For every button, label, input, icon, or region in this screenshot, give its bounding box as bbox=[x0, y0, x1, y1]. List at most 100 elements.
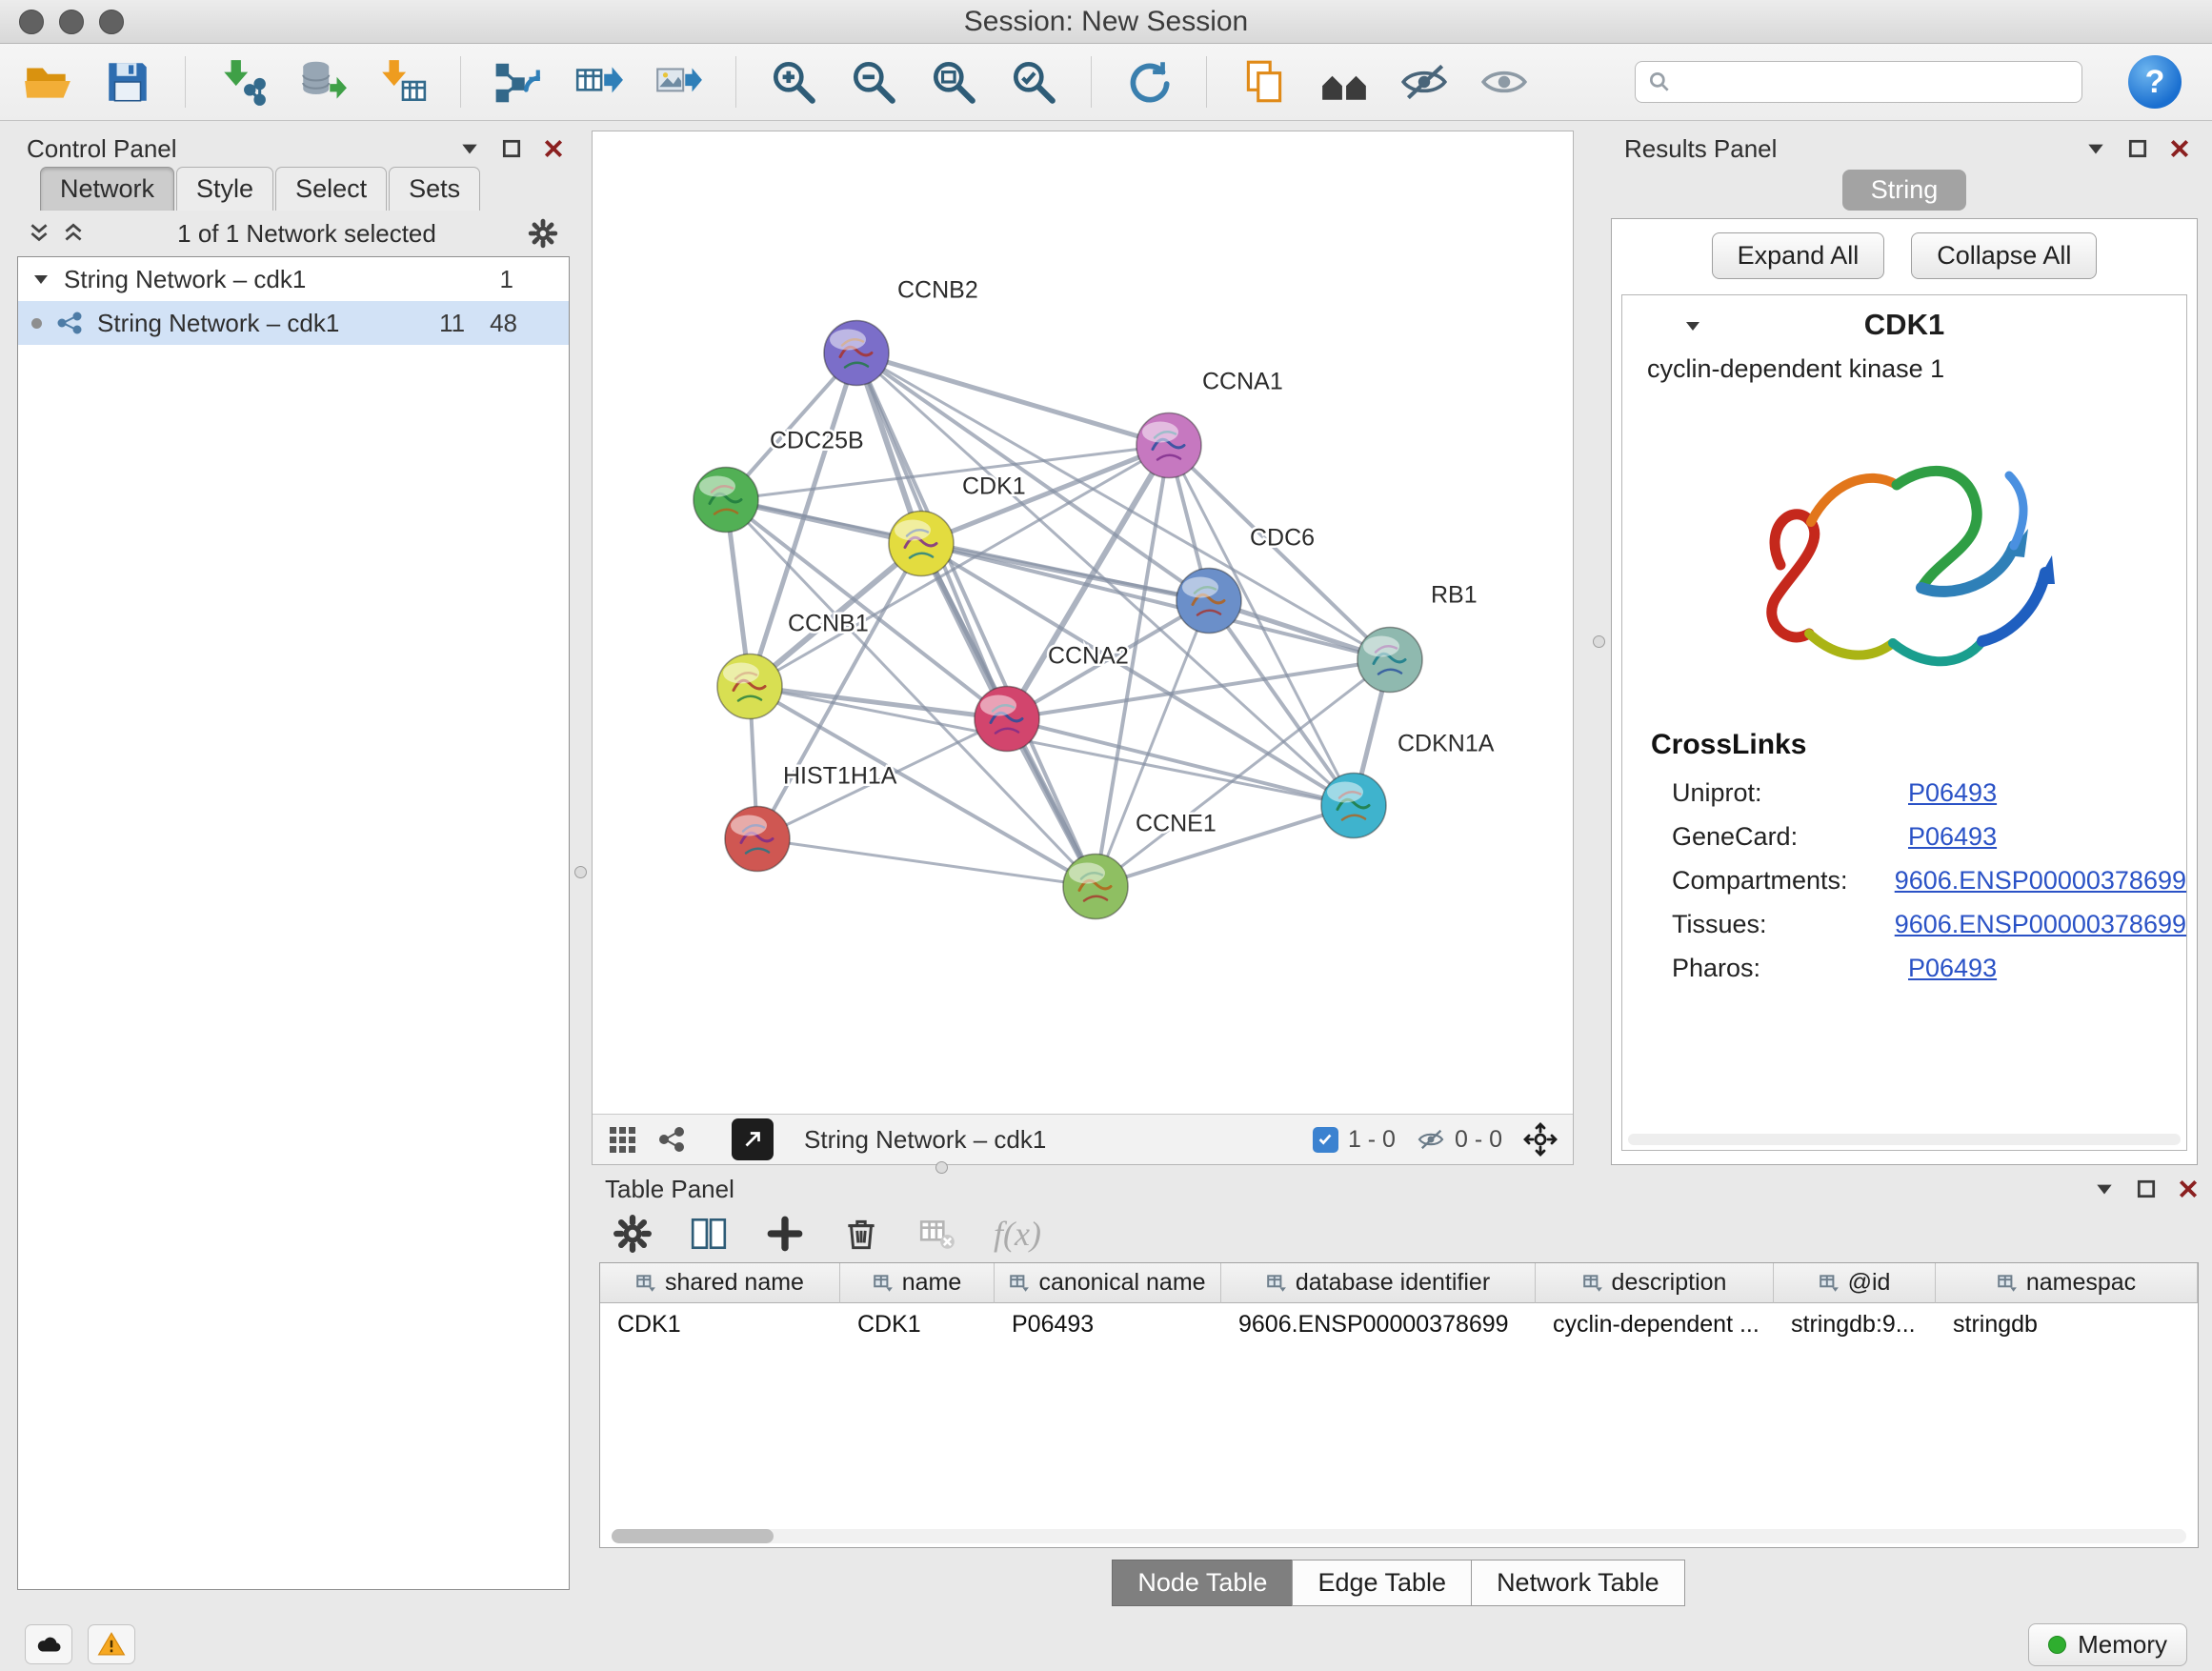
zoom-out-button[interactable] bbox=[843, 51, 904, 112]
network-node[interactable]: CCNA2 bbox=[975, 643, 1129, 752]
import-network-database-button[interactable] bbox=[292, 51, 353, 112]
network-options-gear-icon[interactable] bbox=[528, 218, 558, 249]
maximize-panel-icon[interactable] bbox=[501, 138, 522, 159]
column-header[interactable]: database identifier bbox=[1221, 1263, 1536, 1303]
export-table-button[interactable] bbox=[568, 51, 629, 112]
crosslink-link[interactable]: 9606.ENSP00000378699 bbox=[1895, 910, 2186, 939]
help-button[interactable]: ? bbox=[2128, 55, 2182, 109]
table-cell[interactable]: CDK1 bbox=[840, 1303, 995, 1345]
tab-string[interactable]: String bbox=[1842, 170, 1967, 211]
add-column-icon[interactable] bbox=[765, 1214, 805, 1254]
table-cell[interactable]: CDK1 bbox=[600, 1303, 840, 1345]
network-edge[interactable] bbox=[757, 839, 1096, 887]
toggle-labels-button[interactable] bbox=[1474, 51, 1535, 112]
crosslink-link[interactable]: P06493 bbox=[1908, 954, 1997, 983]
close-panel-icon[interactable] bbox=[543, 138, 564, 159]
collapse-all-button[interactable]: Collapse All bbox=[1911, 232, 2097, 279]
table-horizontal-scrollbar[interactable] bbox=[612, 1529, 2186, 1543]
zoom-in-button[interactable] bbox=[763, 51, 824, 112]
delete-table-icon[interactable] bbox=[917, 1214, 957, 1254]
float-panel-icon[interactable] bbox=[459, 138, 480, 159]
splitter-handle[interactable] bbox=[574, 866, 587, 878]
column-header[interactable]: description bbox=[1536, 1263, 1774, 1303]
network-edge[interactable] bbox=[856, 353, 1390, 660]
tab-node-table[interactable]: Node Table bbox=[1112, 1560, 1293, 1606]
close-panel-icon[interactable] bbox=[2169, 138, 2190, 159]
expand-all-button[interactable]: Expand All bbox=[1712, 232, 1885, 279]
network-collection-row[interactable]: String Network – cdk1 1 bbox=[18, 257, 569, 301]
table-row[interactable]: CDK1 CDK1 P06493 9606.ENSP00000378699 cy… bbox=[600, 1303, 2198, 1345]
network-node[interactable]: RB1 bbox=[1357, 582, 1478, 693]
selected-count-checkbox[interactable] bbox=[1313, 1127, 1338, 1153]
table-cell[interactable]: P06493 bbox=[995, 1303, 1221, 1345]
function-builder-button[interactable]: f(x) bbox=[994, 1214, 1041, 1254]
close-panel-icon[interactable] bbox=[2178, 1178, 2199, 1199]
column-header[interactable]: name bbox=[840, 1263, 995, 1303]
crosslink-link[interactable]: P06493 bbox=[1908, 778, 1997, 808]
gene-collapse-icon[interactable] bbox=[1683, 316, 1702, 335]
toggle-glass-effect-button[interactable] bbox=[1394, 51, 1455, 112]
float-panel-icon[interactable] bbox=[2094, 1178, 2115, 1199]
search-input[interactable] bbox=[1679, 68, 2070, 97]
pan-crosshair-icon[interactable] bbox=[1523, 1122, 1558, 1157]
import-table-button[interactable] bbox=[372, 51, 433, 112]
tab-network[interactable]: Network bbox=[40, 167, 174, 211]
scrollbar-thumb[interactable] bbox=[612, 1529, 774, 1543]
minimize-window-button[interactable] bbox=[59, 10, 84, 34]
table-cell[interactable]: cyclin-dependent ... bbox=[1536, 1303, 1774, 1345]
crosslink-link[interactable]: 9606.ENSP00000378699 bbox=[1895, 866, 2186, 896]
network-row[interactable]: String Network – cdk1 11 48 bbox=[18, 301, 569, 345]
copy-document-button[interactable] bbox=[1234, 51, 1295, 112]
tab-network-table[interactable]: Network Table bbox=[1471, 1560, 1685, 1606]
column-header[interactable]: namespac bbox=[1936, 1263, 2198, 1303]
zoom-selected-button[interactable] bbox=[1003, 51, 1064, 112]
network-canvas[interactable]: CCNB2CCNA1CDC25BCDK1CDC6RB1CCNB1CCNA2CDK… bbox=[593, 131, 1573, 1114]
open-session-button[interactable] bbox=[17, 51, 78, 112]
column-header[interactable]: canonical name bbox=[995, 1263, 1221, 1303]
export-image-button[interactable] bbox=[648, 51, 709, 112]
splitter-handle[interactable] bbox=[1593, 635, 1605, 648]
zoom-fit-button[interactable] bbox=[923, 51, 984, 112]
network-node[interactable]: CCNA1 bbox=[1136, 369, 1283, 478]
table-cell[interactable]: stringdb bbox=[1936, 1303, 2198, 1345]
network-node[interactable]: CDC6 bbox=[1176, 525, 1315, 634]
network-node[interactable]: CCNE1 bbox=[1063, 811, 1217, 919]
maximize-panel-icon[interactable] bbox=[2127, 138, 2148, 159]
expand-all-networks-icon[interactable] bbox=[27, 221, 51, 246]
network-node[interactable]: CCNB2 bbox=[824, 277, 978, 386]
import-network-file-button[interactable] bbox=[212, 51, 273, 112]
network-edge[interactable] bbox=[856, 353, 1169, 446]
collapse-all-networks-icon[interactable] bbox=[61, 221, 86, 246]
table-cell[interactable]: 9606.ENSP00000378699 bbox=[1221, 1303, 1536, 1345]
network-node[interactable]: CDC25B bbox=[694, 428, 864, 533]
select-columns-icon[interactable] bbox=[689, 1214, 729, 1254]
new-network-from-selection-button[interactable] bbox=[488, 51, 549, 112]
collection-expander-icon[interactable] bbox=[31, 270, 50, 289]
crosslink-link[interactable]: P06493 bbox=[1908, 822, 1997, 852]
refresh-view-button[interactable] bbox=[1118, 51, 1179, 112]
float-panel-icon[interactable] bbox=[2085, 138, 2106, 159]
save-session-button[interactable] bbox=[97, 51, 158, 112]
close-window-button[interactable] bbox=[19, 10, 44, 34]
maximize-panel-icon[interactable] bbox=[2136, 1178, 2157, 1199]
string-app-button[interactable] bbox=[1314, 51, 1375, 112]
network-edge[interactable] bbox=[750, 687, 1007, 719]
network-view-share-icon[interactable] bbox=[657, 1125, 686, 1154]
column-header[interactable]: shared name bbox=[600, 1263, 840, 1303]
network-node[interactable]: CDKN1A bbox=[1321, 731, 1495, 838]
column-header[interactable]: @id bbox=[1774, 1263, 1936, 1303]
tab-style[interactable]: Style bbox=[176, 167, 273, 211]
detach-view-button[interactable] bbox=[732, 1118, 774, 1160]
search-box[interactable] bbox=[1635, 61, 2082, 103]
memory-button[interactable]: Memory bbox=[2028, 1623, 2187, 1666]
gene-horizontal-scrollbar[interactable] bbox=[1628, 1134, 2181, 1145]
table-cell[interactable]: stringdb:9... bbox=[1774, 1303, 1936, 1345]
splitter-handle[interactable] bbox=[935, 1161, 948, 1174]
cloud-status-button[interactable] bbox=[25, 1624, 72, 1664]
tab-select[interactable]: Select bbox=[275, 167, 387, 211]
network-edge[interactable] bbox=[1096, 806, 1354, 887]
network-edge[interactable] bbox=[856, 353, 1096, 887]
delete-column-icon[interactable] bbox=[841, 1214, 881, 1254]
table-settings-gear-icon[interactable] bbox=[613, 1214, 653, 1254]
zoom-window-button[interactable] bbox=[99, 10, 124, 34]
